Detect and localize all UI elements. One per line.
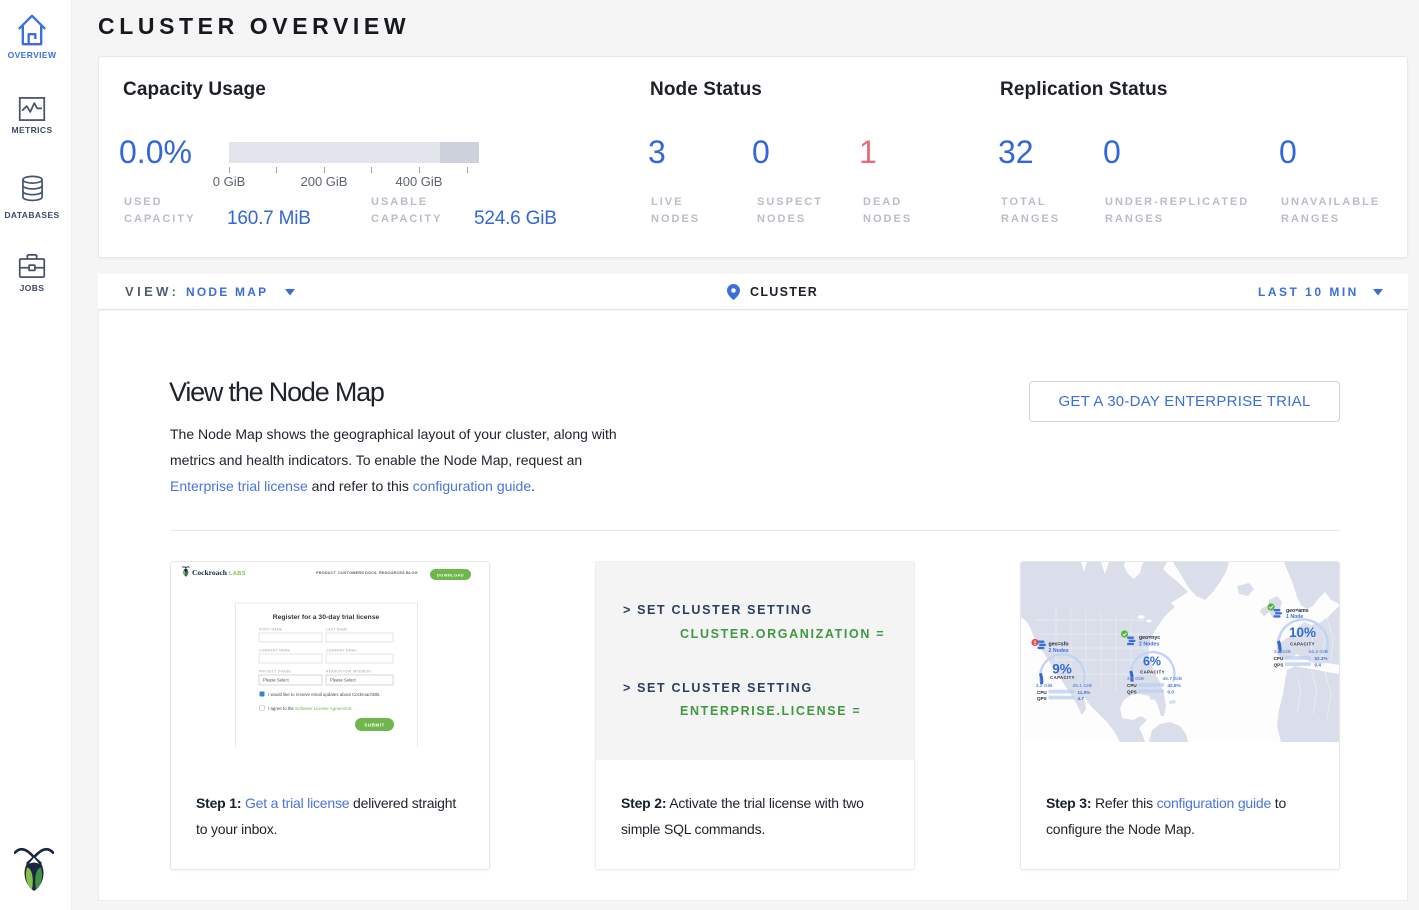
svg-text:PRODUCT: PRODUCT [316,571,337,575]
svg-text:52.3%: 52.3% [1315,656,1328,661]
svg-text:LABS: LABS [229,571,246,577]
svg-text:QPS: QPS [1037,696,1047,701]
svg-text:COMPANY EMAIL: COMPANY EMAIL [326,649,358,653]
svg-text:I would like to receive email: I would like to receive email updates ab… [268,692,380,697]
svg-text:CPU: CPU [1274,656,1284,661]
svg-text:11.0%: 11.0% [1078,690,1091,695]
svg-text:LAST NAME: LAST NAME [326,628,348,632]
svg-text:CPU: CPU [1037,690,1047,695]
svg-text:3.2 GiB: 3.2 GiB [1036,683,1053,689]
svg-text:I agree to the Software Licens: I agree to the Software License Agreemen… [268,706,352,711]
svg-text:2 Nodes: 2 Nodes [1139,642,1159,648]
svg-text:CAPACITY: CAPACITY [1050,675,1075,680]
svg-text:0.4: 0.4 [1315,662,1322,667]
svg-text:BLOG: BLOG [406,571,418,575]
svg-text:CAPACITY: CAPACITY [1290,642,1315,647]
svg-text:CUSTOMERS: CUSTOMERS [338,571,364,575]
svg-text:Please Select: Please Select [263,678,289,683]
svg-text:Please Select: Please Select [330,678,356,683]
svg-text:Cockroach: Cockroach [192,568,228,577]
svg-text:2 Nodes: 2 Nodes [1049,648,1069,654]
svg-text:42.5%: 42.5% [1168,683,1181,688]
svg-text:DOWNLOAD: DOWNLOAD [437,572,464,577]
svg-text:4.7: 4.7 [1078,696,1085,701]
svg-text:PROJECT PHASE: PROJECT PHASE [259,670,292,674]
svg-text:COMPANY NAME: COMPANY NAME [259,649,291,653]
svg-text:0.0: 0.0 [1168,689,1175,694]
svg-text:CPU: CPU [1127,683,1137,688]
svg-text:35.1 GiB: 35.1 GiB [1072,683,1092,689]
svg-text:RESOURCES: RESOURCES [379,571,405,575]
svg-text:CAPACITY: CAPACITY [1140,669,1165,674]
svg-text:geo=nyc: geo=nyc [1139,635,1160,641]
svg-text:geo=sfo: geo=sfo [1049,642,1069,648]
svg-text:10%: 10% [1289,625,1316,640]
svg-text:DOCS: DOCS [365,571,377,575]
svg-text:6%: 6% [1143,655,1161,669]
svg-text:Register for a 30-day trial li: Register for a 30-day trial license [273,614,380,621]
svg-text:REASON FOR INTEREST: REASON FOR INTEREST [326,670,372,674]
svg-text:SUBMIT: SUBMIT [364,723,385,728]
svg-text:45.7 GiB: 45.7 GiB [1162,676,1182,682]
svg-text:3.6 GiB: 3.6 GiB [1274,649,1291,655]
svg-text:QPS: QPS [1127,689,1137,694]
svg-text:FIRST NAME: FIRST NAME [259,628,283,632]
svg-text:3.7 GiB: 3.7 GiB [1127,676,1144,682]
svg-text:geo=ams: geo=ams [1286,608,1309,614]
svg-text:QPS: QPS [1274,662,1284,667]
svg-text:34.4 GiB: 34.4 GiB [1308,649,1328,655]
